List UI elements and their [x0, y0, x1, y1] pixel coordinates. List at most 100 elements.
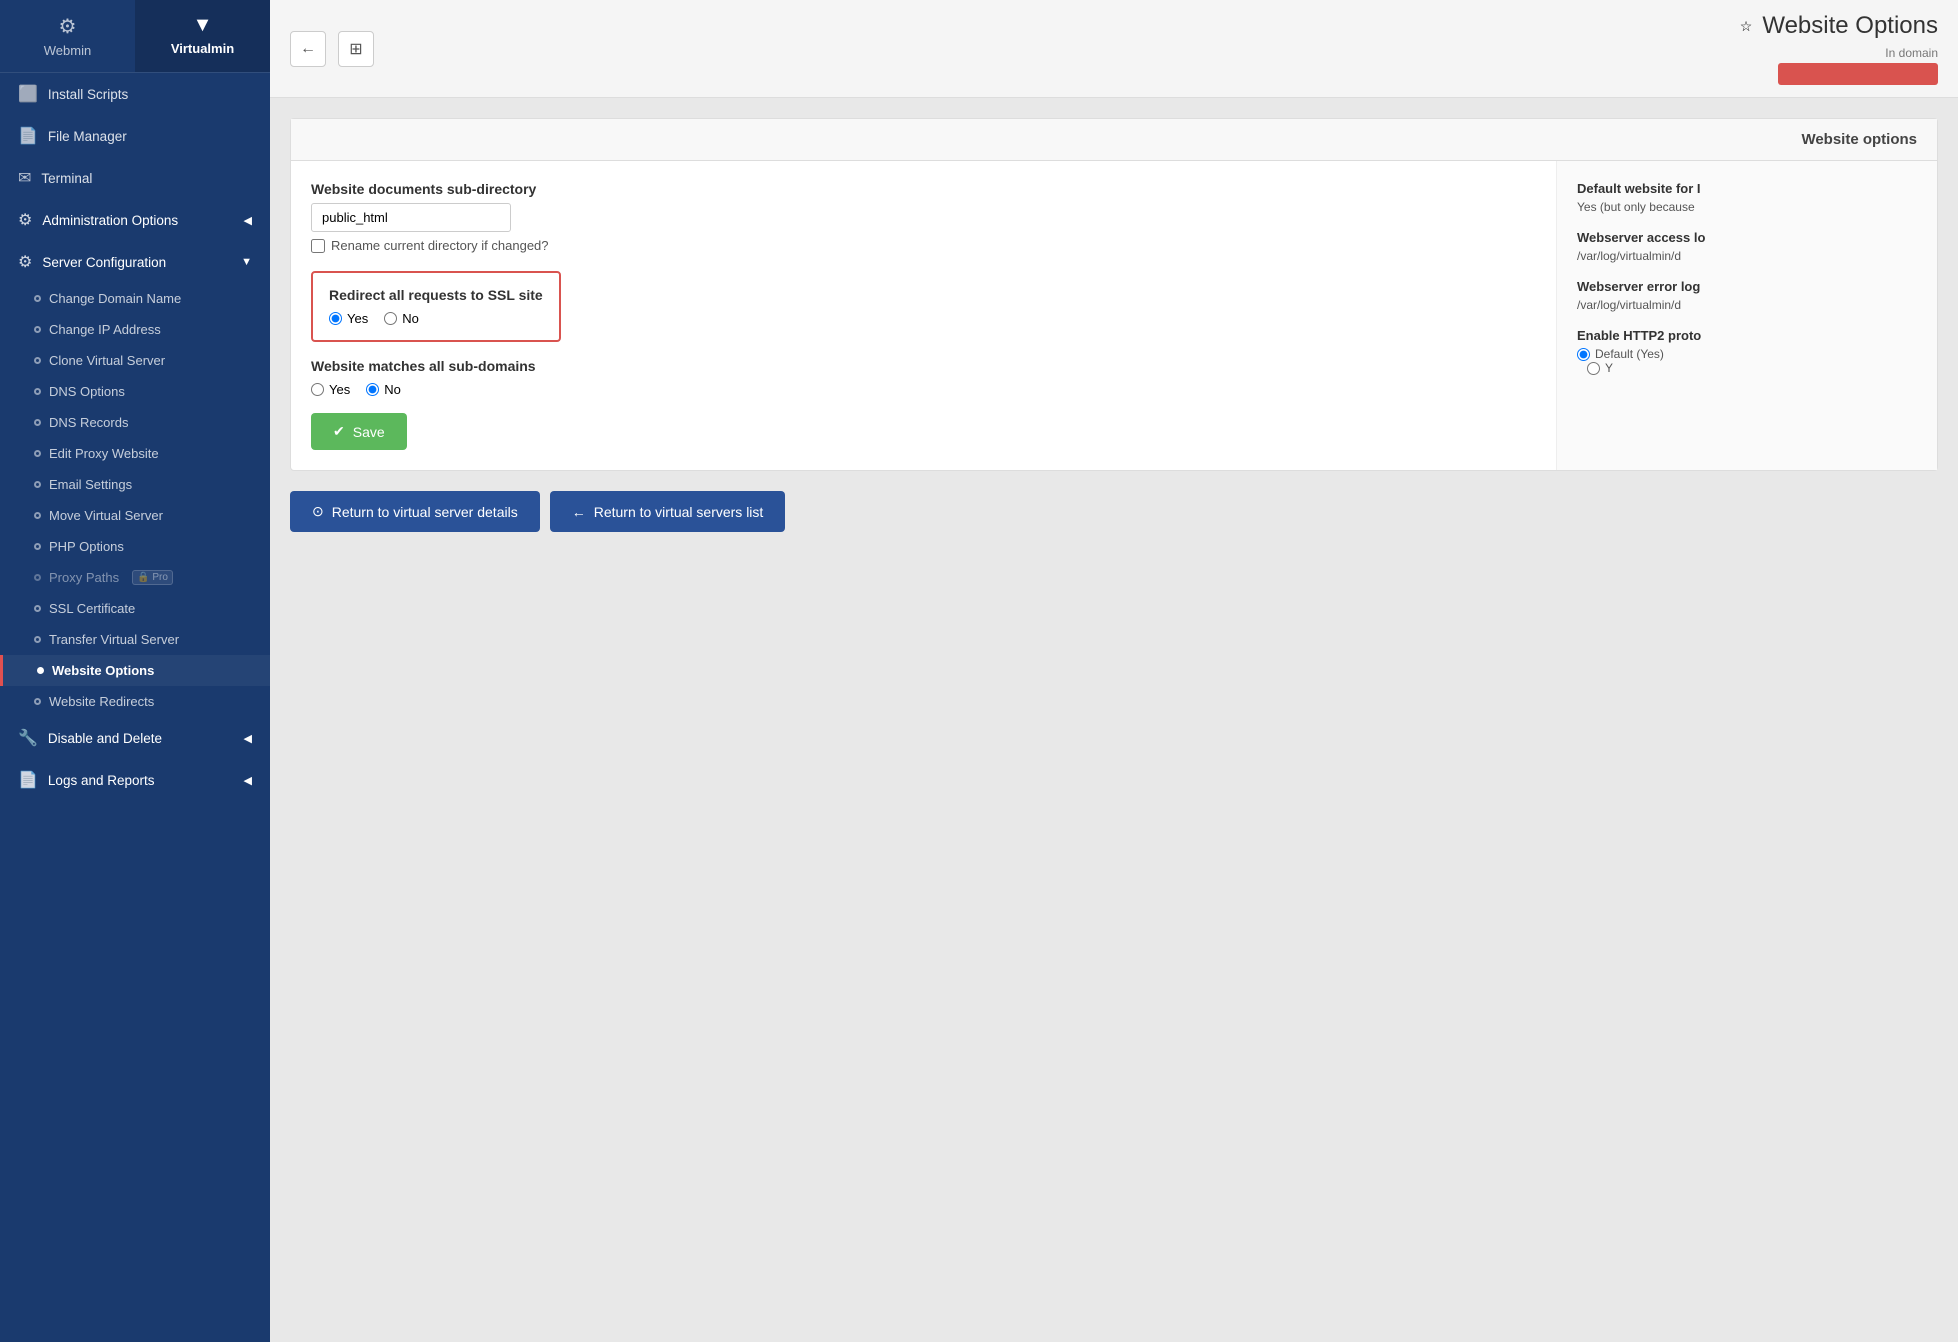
http2-field: Enable HTTP2 proto Default (Yes) Y [1577, 328, 1917, 375]
back-button[interactable]: ← [290, 31, 326, 67]
domain-bar [1778, 63, 1938, 85]
redirect-radio-group: Yes No [329, 311, 543, 326]
redirect-no-option[interactable]: No [384, 311, 419, 326]
docs-subdir-input[interactable] [311, 203, 511, 232]
subdomain-radio-group: Yes No [311, 382, 1536, 397]
error-log-label: Webserver error log [1577, 279, 1917, 294]
return-details-button[interactable]: ⊙ Return to virtual server details [290, 491, 540, 532]
change-domain-dot [34, 295, 41, 302]
sidebar-item-move-virtual-server[interactable]: Move Virtual Server [0, 500, 270, 531]
tab-webmin[interactable]: ⚙ Webmin [0, 0, 135, 72]
redirect-no-radio[interactable] [384, 312, 397, 325]
sidebar-item-php-options[interactable]: PHP Options [0, 531, 270, 562]
sidebar-item-website-redirects[interactable]: Website Redirects [0, 686, 270, 717]
website-options-dot [37, 667, 44, 674]
options-panel: Website options Website documents sub-di… [290, 118, 1938, 471]
topbar: ← ⊞ ☆ Website Options In domain [270, 0, 1958, 98]
page-title: Website Options [1762, 12, 1938, 40]
email-settings-dot [34, 481, 41, 488]
change-ip-dot [34, 326, 41, 333]
rename-check-label: Rename current directory if changed? [331, 238, 549, 253]
redirect-box: Redirect all requests to SSL site Yes No [311, 271, 561, 342]
disable-delete-icon: 🔧 [18, 728, 38, 748]
sidebar-item-edit-proxy-website[interactable]: Edit Proxy Website [0, 438, 270, 469]
logs-reports-icon: 📄 [18, 770, 38, 790]
star-icon[interactable]: ☆ [1740, 18, 1753, 35]
subdomain-label: Website matches all sub-domains [311, 358, 1536, 374]
sidebar-item-change-ip-address[interactable]: Change IP Address [0, 314, 270, 345]
sidebar-item-dns-options[interactable]: DNS Options [0, 376, 270, 407]
sidebar-item-disable-delete[interactable]: 🔧 Disable and Delete ◀ [0, 717, 270, 759]
bottom-actions: ⊙ Return to virtual server details ← Ret… [290, 491, 1938, 532]
pro-badge: 🔒 Pro [132, 570, 173, 585]
ssl-cert-dot [34, 605, 41, 612]
col-right: Default website for I Yes (but only beca… [1557, 161, 1937, 470]
rename-check-row: Rename current directory if changed? [311, 238, 1536, 253]
http2-default-option[interactable]: Default (Yes) [1577, 347, 1917, 361]
sidebar-menu: ⬜ Install Scripts 📄 File Manager ✉ Termi… [0, 73, 270, 1342]
default-website-field: Default website for I Yes (but only beca… [1577, 181, 1917, 214]
domain-label: In domain [1885, 46, 1938, 60]
content-area: Website options Website documents sub-di… [270, 98, 1958, 1342]
disable-delete-arrow: ◀ [244, 732, 252, 745]
install-scripts-icon: ⬜ [18, 84, 38, 104]
access-log-field: Webserver access lo /var/log/virtualmin/… [1577, 230, 1917, 263]
return-details-icon: ⊙ [312, 503, 324, 520]
redirect-yes-option[interactable]: Yes [329, 311, 368, 326]
http2-value: Default (Yes) Y [1577, 347, 1917, 375]
subdomain-no-radio[interactable] [366, 383, 379, 396]
http2-label: Enable HTTP2 proto [1577, 328, 1917, 343]
sidebar-item-change-domain-name[interactable]: Change Domain Name [0, 283, 270, 314]
default-website-label: Default website for I [1577, 181, 1917, 196]
sidebar-item-administration-options[interactable]: ⚙ Administration Options ◀ [0, 199, 270, 241]
sidebar-item-clone-virtual-server[interactable]: Clone Virtual Server [0, 345, 270, 376]
return-list-button[interactable]: ← Return to virtual servers list [550, 491, 786, 532]
http2-default-radio[interactable] [1577, 348, 1590, 361]
subdomain-yes-option[interactable]: Yes [311, 382, 350, 397]
return-list-icon: ← [572, 504, 586, 520]
access-log-value: /var/log/virtualmin/d [1577, 249, 1917, 263]
sidebar-item-file-manager[interactable]: 📄 File Manager [0, 115, 270, 157]
sidebar-item-website-options[interactable]: Website Options [0, 655, 270, 686]
http2-yes-radio[interactable] [1587, 362, 1600, 375]
sidebar-item-dns-records[interactable]: DNS Records [0, 407, 270, 438]
terminal-icon: ✉ [18, 168, 31, 188]
subdomain-no-option[interactable]: No [366, 382, 401, 397]
grid-icon: ⊞ [349, 39, 362, 59]
default-website-value: Yes (but only because [1577, 200, 1917, 214]
sidebar-item-ssl-certificate[interactable]: SSL Certificate [0, 593, 270, 624]
webmin-icon: ⚙ [8, 14, 127, 39]
file-manager-icon: 📄 [18, 126, 38, 146]
sidebar-item-logs-reports[interactable]: 📄 Logs and Reports ◀ [0, 759, 270, 801]
save-check-icon: ✔ [333, 423, 345, 440]
subdomain-group: Website matches all sub-domains Yes No [311, 358, 1536, 397]
sidebar-item-transfer-virtual-server[interactable]: Transfer Virtual Server [0, 624, 270, 655]
topbar-right: ☆ Website Options In domain [1740, 12, 1938, 85]
sidebar-item-email-settings[interactable]: Email Settings [0, 469, 270, 500]
transfer-dot [34, 636, 41, 643]
server-config-arrow: ▼ [241, 256, 252, 268]
edit-proxy-dot [34, 450, 41, 457]
access-log-label: Webserver access lo [1577, 230, 1917, 245]
admin-options-arrow: ◀ [244, 214, 252, 227]
dns-options-dot [34, 388, 41, 395]
col-left: Website documents sub-directory Rename c… [291, 161, 1557, 470]
rename-checkbox[interactable] [311, 239, 325, 253]
sidebar-header: ⚙ Webmin ▼ Virtualmin [0, 0, 270, 73]
sidebar-item-server-configuration[interactable]: ⚙ Server Configuration ▼ [0, 241, 270, 283]
clone-dot [34, 357, 41, 364]
website-redirects-dot [34, 698, 41, 705]
server-config-icon: ⚙ [18, 252, 32, 272]
http2-yes-option[interactable]: Y [1587, 361, 1917, 375]
move-virtual-dot [34, 512, 41, 519]
redirect-label: Redirect all requests to SSL site [329, 287, 543, 303]
save-button[interactable]: ✔ Save [311, 413, 407, 450]
tab-virtualmin[interactable]: ▼ Virtualmin [135, 0, 270, 72]
sidebar-item-proxy-paths[interactable]: Proxy Paths 🔒 Pro [0, 562, 270, 593]
docs-subdir-group: Website documents sub-directory Rename c… [311, 181, 1536, 253]
sidebar-item-terminal[interactable]: ✉ Terminal [0, 157, 270, 199]
subdomain-yes-radio[interactable] [311, 383, 324, 396]
redirect-yes-radio[interactable] [329, 312, 342, 325]
grid-button[interactable]: ⊞ [338, 31, 374, 67]
sidebar-item-install-scripts[interactable]: ⬜ Install Scripts [0, 73, 270, 115]
